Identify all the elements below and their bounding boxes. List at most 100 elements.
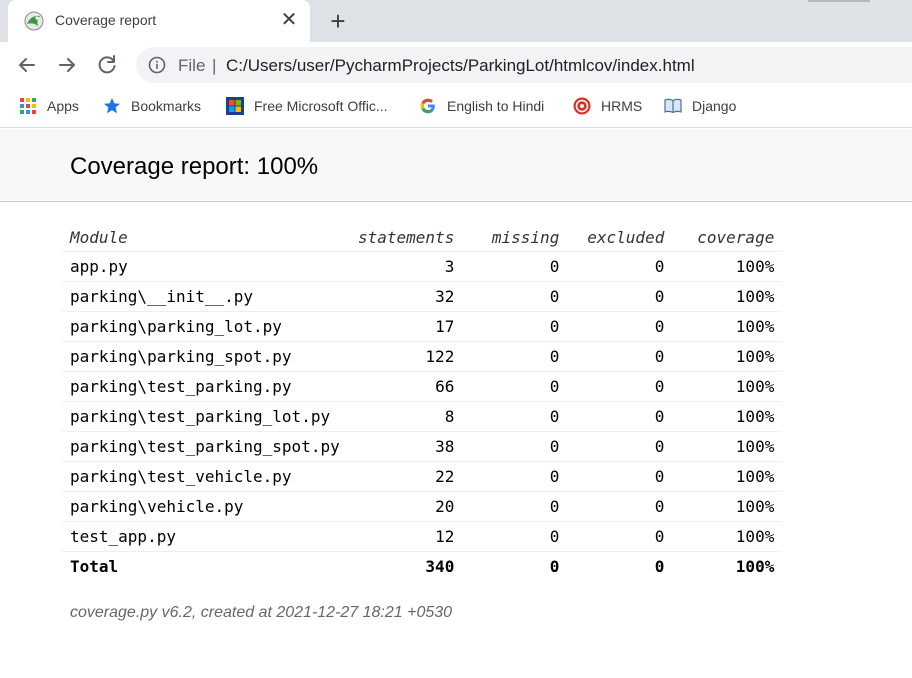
excluded-cell: 0: [567, 341, 673, 372]
column-header-statements[interactable]: statements: [350, 225, 463, 252]
missing-cell: 0: [462, 491, 568, 522]
module-link[interactable]: parking\test_parking_lot.py: [62, 401, 350, 432]
module-link[interactable]: parking\test_parking_spot.py: [62, 431, 350, 462]
module-link[interactable]: parking\parking_spot.py: [62, 341, 350, 372]
tab-close-icon[interactable]: ✕: [278, 9, 300, 31]
browser-toolbar: File | C:/Users/user/PycharmProjects/Par…: [0, 42, 912, 88]
statements-cell: 122: [350, 341, 463, 372]
info-icon[interactable]: [148, 56, 166, 74]
coverage-cell: 100%: [672, 311, 783, 342]
excluded-cell: 0: [567, 491, 673, 522]
report-footer: coverage.py v6.2, created at 2021-12-27 …: [70, 604, 453, 621]
apps-grid-icon: [20, 98, 36, 114]
bookmark-microsoft-office[interactable]: Free Microsoft Offic...: [226, 88, 388, 124]
missing-cell: 0: [462, 461, 568, 492]
hrms-icon: [573, 97, 591, 115]
coverage-cell: 100%: [672, 371, 783, 402]
module-link[interactable]: test_app.py: [62, 521, 350, 552]
missing-cell: 0: [462, 401, 568, 432]
column-header-coverage[interactable]: coverage: [672, 225, 783, 252]
bookmark-english-to-hindi[interactable]: English to Hindi: [419, 88, 544, 124]
coverage-cell: 100%: [672, 461, 783, 492]
page-content: Coverage report: 100% Module statements …: [0, 129, 912, 678]
statements-cell: 3: [350, 251, 463, 282]
table-header-row: Module statements missing excluded cover…: [62, 225, 783, 252]
table-row: parking\vehicle.py 20 0 0 100%: [62, 491, 783, 522]
coverage-table: Module statements missing excluded cover…: [62, 225, 783, 581]
total-excluded: 0: [654, 556, 665, 576]
bookmark-bookmarks[interactable]: Bookmarks: [103, 88, 201, 124]
bookmark-django[interactable]: Django: [664, 88, 736, 124]
excluded-cell: 0: [567, 401, 673, 432]
missing-cell: 0: [462, 311, 568, 342]
bookmark-label: English to Hindi: [447, 98, 545, 114]
table-row: parking\test_parking_lot.py 8 0 0 100%: [62, 401, 783, 432]
tab-coverage-report[interactable]: Coverage report ✕: [8, 0, 310, 42]
reload-button[interactable]: [94, 52, 120, 78]
tab-title: Coverage report: [55, 12, 157, 28]
coverage-cell: 100%: [672, 251, 783, 282]
statements-cell: 22: [350, 461, 463, 492]
coverage-cell: 100%: [672, 401, 783, 432]
missing-cell: 0: [462, 281, 568, 312]
total-row: Total 340 0 0 100%: [62, 551, 782, 581]
coverage-cell: 100%: [672, 341, 783, 372]
missing-cell: 0: [462, 251, 568, 282]
coverage-cell: 100%: [672, 491, 783, 522]
address-bar[interactable]: File | C:/Users/user/PycharmProjects/Par…: [136, 47, 912, 83]
new-tab-button[interactable]: +: [325, 8, 351, 34]
back-button[interactable]: [14, 52, 40, 78]
coverage-cell: 100%: [672, 521, 783, 552]
missing-cell: 0: [462, 341, 568, 372]
table-row: parking\parking_spot.py 122 0 0 100%: [62, 341, 783, 372]
module-link[interactable]: parking\parking_lot.py: [62, 311, 350, 342]
total-label: Total: [70, 556, 119, 576]
module-link[interactable]: parking\test_parking.py: [62, 371, 350, 402]
table-row: parking\test_parking_spot.py 38 0 0 100%: [62, 431, 783, 462]
coverage-favicon-icon: [24, 11, 44, 31]
excluded-cell: 0: [567, 431, 673, 462]
bookmarks-bar: Apps Bookmarks Free Microsoft Offic... E…: [0, 88, 912, 128]
coverage-cell: 100%: [672, 281, 783, 312]
bookmark-hrms[interactable]: HRMS: [573, 88, 642, 124]
column-header-module[interactable]: Module: [62, 225, 350, 252]
excluded-cell: 0: [567, 461, 673, 492]
module-link[interactable]: parking\vehicle.py: [62, 491, 350, 522]
tab-strip: Coverage report ✕ +: [0, 0, 912, 42]
missing-cell: 0: [462, 371, 568, 402]
module-link[interactable]: parking\test_vehicle.py: [62, 461, 350, 492]
total-missing: 0: [549, 556, 560, 576]
reload-icon: [98, 55, 116, 74]
statements-cell: 17: [350, 311, 463, 342]
url-separator: |: [212, 56, 217, 75]
back-arrow-icon: [19, 58, 35, 72]
microsoft-logo-icon: [226, 97, 244, 115]
google-g-icon: [420, 98, 435, 114]
missing-cell: 0: [462, 521, 568, 552]
table-row: app.py 3 0 0 100%: [62, 251, 783, 282]
url-text[interactable]: C:/Users/user/PycharmProjects/ParkingLot…: [226, 56, 695, 76]
bookmark-label: HRMS: [601, 98, 643, 114]
bookmark-label: Free Microsoft Offic...: [254, 98, 388, 114]
module-link[interactable]: app.py: [62, 251, 350, 282]
total-coverage: 100%: [735, 556, 775, 576]
bookmark-label: Bookmarks: [131, 98, 202, 114]
excluded-cell: 0: [567, 251, 673, 282]
column-header-excluded[interactable]: excluded: [567, 225, 673, 252]
statements-cell: 12: [350, 521, 463, 552]
excluded-cell: 0: [567, 371, 673, 402]
module-link[interactable]: parking\__init__.py: [62, 281, 350, 312]
table-row: parking\parking_lot.py 17 0 0 100%: [62, 311, 783, 342]
url-scheme: File: [178, 56, 206, 75]
window-edge: [808, 0, 870, 2]
column-header-missing[interactable]: missing: [462, 225, 568, 252]
star-icon: [104, 98, 120, 114]
statements-cell: 8: [350, 401, 463, 432]
forward-button[interactable]: [54, 52, 80, 78]
table-row: parking\test_vehicle.py 22 0 0 100%: [62, 461, 783, 492]
bookmark-apps[interactable]: Apps: [19, 88, 79, 124]
total-statements: 340: [425, 556, 455, 576]
bookmark-label: Apps: [47, 98, 79, 114]
forward-arrow-icon: [59, 58, 75, 72]
page-title: Coverage report: 100%: [70, 153, 319, 180]
